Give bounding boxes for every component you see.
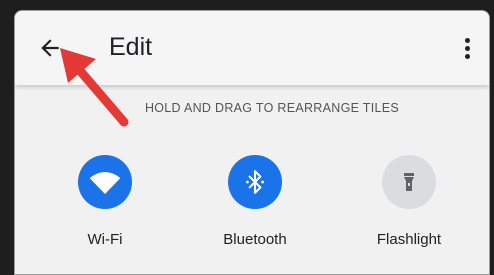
rearrange-hint: HOLD AND DRAG TO REARRANGE TILES	[144, 101, 400, 115]
back-button[interactable]	[33, 31, 67, 65]
more-vert-icon-dot	[464, 53, 470, 59]
wifi-icon	[89, 172, 121, 195]
arrow-left-icon	[41, 39, 59, 57]
flashlight-tile-button[interactable]	[382, 155, 436, 209]
tile-flashlight[interactable]: Flashlight	[339, 155, 479, 248]
top-app-bar: Edit	[15, 11, 489, 85]
tile-label: Bluetooth	[223, 231, 287, 248]
more-vert-icon-dot	[464, 45, 470, 51]
more-vert-icon-dot	[464, 37, 470, 43]
wifi-tile-button[interactable]	[78, 155, 132, 209]
bluetooth-tile-button[interactable]	[228, 155, 282, 209]
tile-wifi[interactable]: Wi-Fi	[35, 155, 175, 248]
more-options-button[interactable]	[455, 33, 479, 63]
page-title: Edit	[109, 33, 153, 61]
tile-label: Flashlight	[376, 231, 442, 248]
bluetooth-icon	[246, 170, 264, 194]
quick-settings-edit-screen: Edit HOLD AND DRAG TO REARRANGE TILES Wi…	[14, 10, 490, 275]
tile-bluetooth[interactable]: Bluetooth	[185, 155, 325, 248]
tile-label: Wi-Fi	[87, 231, 123, 248]
flashlight-icon	[404, 173, 414, 191]
